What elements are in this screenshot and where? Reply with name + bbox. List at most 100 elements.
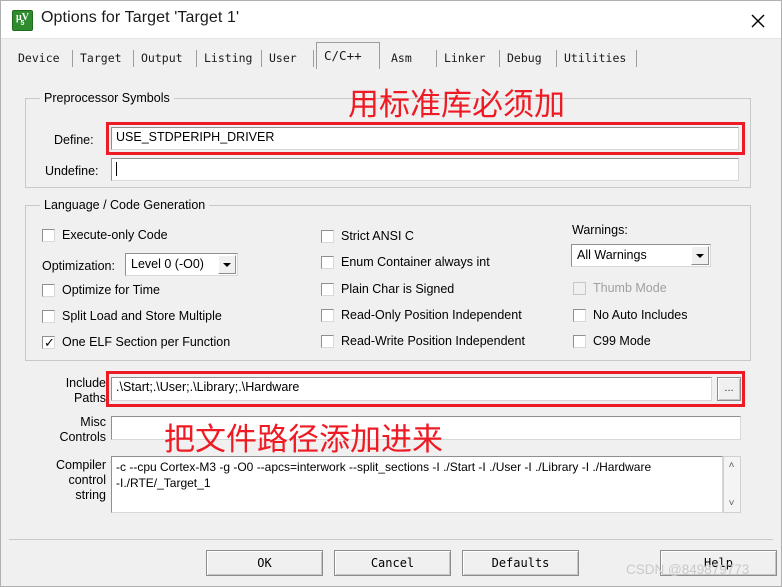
checkbox-read-only-position-independent[interactable]: Read-Only Position Independent bbox=[321, 307, 571, 325]
tab-label: Target bbox=[80, 51, 122, 65]
include-paths-label-line1: Include bbox=[65, 376, 106, 390]
checkbox-box bbox=[573, 335, 586, 348]
checkbox-enum-container-always-int[interactable]: Enum Container always int bbox=[321, 254, 571, 272]
tab-label: C/C++ bbox=[324, 48, 362, 63]
tab-separator bbox=[313, 50, 314, 67]
include-paths-value: .\Start;.\User;.\Library;.\Hardware bbox=[116, 380, 300, 394]
define-input[interactable]: USE_STDPERIPH_DRIVER bbox=[111, 127, 739, 150]
checkbox-box bbox=[42, 229, 55, 242]
checkbox-plain-char-is-signed[interactable]: Plain Char is Signed bbox=[321, 281, 571, 299]
tab-linker[interactable]: Linker bbox=[437, 48, 500, 69]
tab-target[interactable]: Target bbox=[73, 48, 134, 69]
checkbox-strict-ansi-c[interactable]: Strict ANSI C bbox=[321, 228, 571, 246]
preprocessor-group-title: Preprocessor Symbols bbox=[40, 91, 174, 105]
defaults-button[interactable]: Defaults bbox=[462, 550, 579, 576]
tab-utilities[interactable]: Utilities bbox=[557, 48, 637, 69]
footer-divider bbox=[9, 539, 773, 540]
checkbox-box bbox=[321, 335, 334, 348]
tab-asm[interactable]: Asm bbox=[384, 48, 437, 69]
checkbox-label: C99 Mode bbox=[593, 334, 651, 348]
close-icon[interactable] bbox=[735, 1, 781, 38]
checkbox-split-load-and-store-multiple[interactable]: Split Load and Store Multiple bbox=[42, 308, 282, 326]
defaults-button-label: Defaults bbox=[491, 556, 550, 570]
include-paths-browse-button[interactable]: ... bbox=[717, 377, 741, 401]
tab-debug[interactable]: Debug bbox=[500, 48, 557, 69]
ok-button[interactable]: OK bbox=[206, 550, 323, 576]
checkbox-box bbox=[42, 284, 55, 297]
chevron-down-icon[interactable] bbox=[218, 255, 236, 274]
tab-label: User bbox=[269, 51, 297, 65]
checkbox-read-write-position-independent[interactable]: Read-Write Position Independent bbox=[321, 333, 571, 351]
compiler-string-scrollbar[interactable]: ˄ ˅ bbox=[723, 456, 741, 513]
cancel-button[interactable]: Cancel bbox=[334, 550, 451, 576]
tab-label: Listing bbox=[204, 51, 253, 65]
checkbox-one-elf-section-per-function[interactable]: ✓ One ELF Section per Function bbox=[42, 334, 282, 352]
compiler-control-string-line1: -c --cpu Cortex-M3 -g -O0 --apcs=interwo… bbox=[116, 460, 652, 474]
optimization-label: Optimization: bbox=[42, 259, 115, 273]
include-paths-input[interactable]: .\Start;.\User;.\Library;.\Hardware bbox=[111, 377, 712, 401]
compiler-control-string[interactable]: -c --cpu Cortex-M3 -g -O0 --apcs=interwo… bbox=[111, 456, 723, 513]
ok-button-label: OK bbox=[257, 556, 272, 570]
options-dialog: μV 5 Options for Target 'Target 1' Devic… bbox=[0, 0, 782, 587]
warnings-label: Warnings: bbox=[572, 223, 628, 237]
warnings-value: All Warnings bbox=[577, 248, 647, 262]
tab-label: Linker bbox=[444, 51, 486, 65]
tab-label: Output bbox=[141, 51, 183, 65]
optimization-value: Level 0 (-O0) bbox=[131, 257, 204, 271]
checkbox-thumb-mode: Thumb Mode bbox=[573, 280, 743, 298]
undefine-input[interactable] bbox=[111, 158, 739, 181]
cancel-button-label: Cancel bbox=[370, 556, 415, 570]
csdn-watermark: CSDN @849879773 bbox=[626, 562, 750, 577]
checkbox-label: Plain Char is Signed bbox=[341, 282, 455, 296]
tab-c-cpp[interactable]: C/C++ bbox=[316, 42, 380, 69]
checkbox-no-auto-includes[interactable]: No Auto Includes bbox=[573, 307, 743, 325]
tab-label: Asm bbox=[391, 51, 412, 65]
checkbox-label: Enum Container always int bbox=[341, 255, 490, 269]
scroll-down-icon[interactable]: ˅ bbox=[724, 496, 739, 511]
undefine-label: Undefine: bbox=[45, 164, 99, 178]
chevron-down-icon[interactable] bbox=[691, 246, 709, 265]
include-paths-label-line2: Paths bbox=[74, 391, 106, 405]
define-label: Define: bbox=[54, 133, 94, 147]
checkbox-box bbox=[573, 282, 586, 295]
checkbox-label: Split Load and Store Multiple bbox=[62, 309, 222, 323]
app-icon-glyph-bottom: 5 bbox=[20, 20, 25, 27]
checkbox-label: Read-Only Position Independent bbox=[341, 308, 522, 322]
warnings-select[interactable]: All Warnings bbox=[571, 244, 711, 267]
compiler-string-label-line2: control bbox=[68, 473, 106, 487]
misc-controls-label-line2: Controls bbox=[59, 430, 106, 444]
tab-listing[interactable]: Listing bbox=[197, 48, 262, 69]
compiler-string-label-line1: Compiler bbox=[55, 458, 106, 472]
checkbox-label: Read-Write Position Independent bbox=[341, 334, 525, 348]
tab-separator bbox=[636, 50, 637, 67]
checkbox-box bbox=[42, 310, 55, 323]
checkbox-execute-only-code[interactable]: Execute-only Code bbox=[42, 227, 262, 245]
scroll-up-icon[interactable]: ˄ bbox=[724, 458, 739, 473]
tab-output[interactable]: Output bbox=[134, 48, 197, 69]
checkbox-optimize-for-time[interactable]: Optimize for Time bbox=[42, 282, 262, 300]
checkbox-box bbox=[573, 309, 586, 322]
checkbox-box: ✓ bbox=[42, 336, 55, 349]
tab-strip: Device Target Output Listing User C/C++ … bbox=[1, 39, 781, 69]
optimization-select[interactable]: Level 0 (-O0) bbox=[125, 253, 238, 276]
close-x-glyph bbox=[751, 14, 765, 28]
checkbox-label: Execute-only Code bbox=[62, 228, 168, 242]
text-caret bbox=[116, 162, 117, 176]
checkbox-label: No Auto Includes bbox=[593, 308, 688, 322]
checkbox-label: Thumb Mode bbox=[593, 281, 667, 295]
tab-device[interactable]: Device bbox=[11, 48, 73, 69]
tab-label: Device bbox=[18, 51, 60, 65]
checkbox-box bbox=[321, 230, 334, 243]
checkbox-c99-mode[interactable]: C99 Mode bbox=[573, 333, 743, 351]
ellipsis-icon: ... bbox=[724, 382, 734, 394]
tab-label: Debug bbox=[507, 51, 542, 65]
misc-controls-input[interactable] bbox=[111, 416, 741, 440]
checkbox-box bbox=[321, 256, 334, 269]
checkbox-label: Optimize for Time bbox=[62, 283, 160, 297]
checkbox-box bbox=[321, 309, 334, 322]
tab-user[interactable]: User bbox=[262, 48, 314, 69]
misc-controls-label-line1: Misc bbox=[80, 415, 106, 429]
language-group-title: Language / Code Generation bbox=[40, 198, 210, 212]
keil-uvision-icon: μV 5 bbox=[12, 10, 33, 31]
checkbox-label: Strict ANSI C bbox=[341, 229, 414, 243]
